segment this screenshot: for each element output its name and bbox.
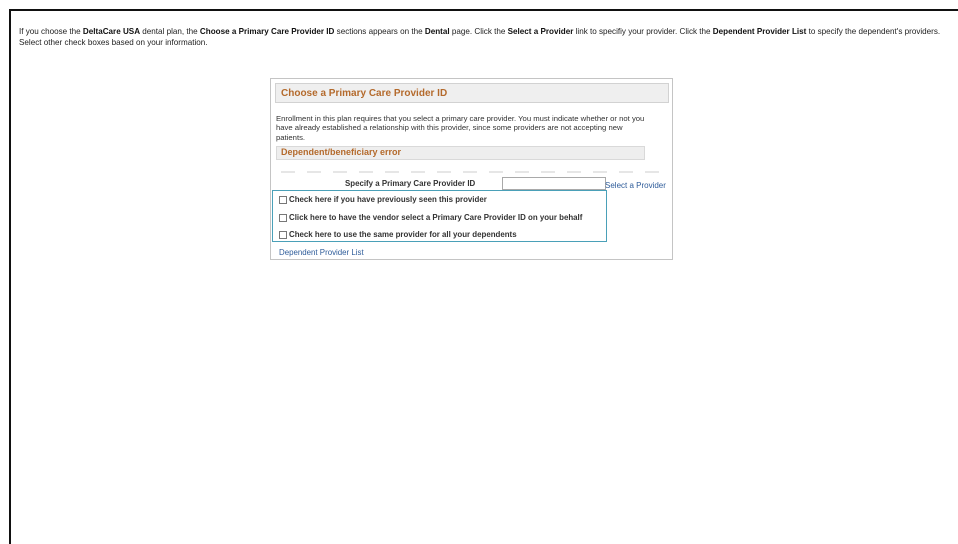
frame-top-border bbox=[9, 9, 958, 11]
panel-description: Enrollment in this plan requires that yo… bbox=[276, 114, 645, 142]
frame-left-border bbox=[9, 9, 11, 544]
intro-bold-dental: Dental bbox=[424, 27, 450, 36]
provider-id-input[interactable] bbox=[502, 177, 606, 190]
intro-bold-choose: Choose a Primary Care Provider ID bbox=[199, 27, 335, 36]
checkbox-label-vendor-select: Click here to have the vendor select a P… bbox=[289, 213, 583, 222]
panel-header: Choose a Primary Care Provider ID bbox=[275, 83, 669, 103]
checkbox-row-vendor-select[interactable]: Click here to have the vendor select a P… bbox=[279, 212, 582, 223]
checkbox-previously-seen[interactable] bbox=[279, 195, 287, 204]
checkbox-group: Check here if you have previously seen t… bbox=[272, 190, 607, 242]
select-provider-link[interactable]: Select a Provider bbox=[605, 181, 666, 190]
checkbox-same-provider[interactable] bbox=[279, 230, 287, 239]
intro-bold-select: Select a Provider bbox=[507, 27, 574, 36]
specify-provider-label: Specify a Primary Care Provider ID bbox=[345, 179, 476, 188]
pcp-panel: Choose a Primary Care Provider ID Enroll… bbox=[270, 78, 673, 260]
checkbox-vendor-select[interactable] bbox=[279, 213, 287, 222]
error-title: Dependent/beneficiary error bbox=[281, 147, 402, 157]
panel-title: Choose a Primary Care Provider ID bbox=[281, 88, 448, 99]
checkbox-row-previously-seen[interactable]: Check here if you have previously seen t… bbox=[279, 194, 487, 205]
faded-divider bbox=[281, 171, 661, 173]
error-bar: Dependent/beneficiary error bbox=[276, 146, 645, 160]
dependent-provider-list-link[interactable]: Dependent Provider List bbox=[279, 248, 364, 257]
intro-paragraph: If you choose the DeltaCare USA dental p… bbox=[19, 27, 941, 47]
intro-bold-deltacare: DeltaCare USA bbox=[82, 27, 141, 36]
intro-bold-dependent: Dependent Provider List bbox=[712, 27, 807, 36]
checkbox-label-same-provider: Check here to use the same provider for … bbox=[289, 230, 517, 239]
checkbox-label-previously-seen: Check here if you have previously seen t… bbox=[289, 195, 487, 204]
checkbox-row-same-provider[interactable]: Check here to use the same provider for … bbox=[279, 229, 517, 240]
